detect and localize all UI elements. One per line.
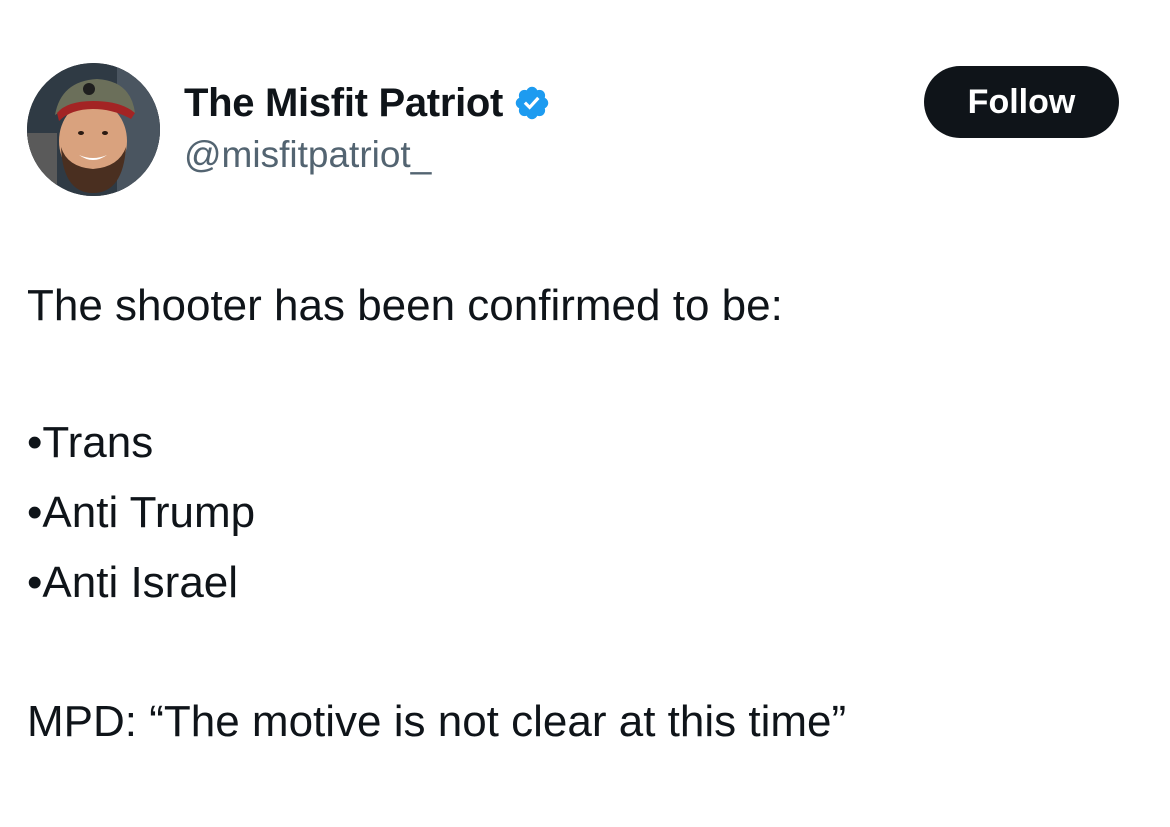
tweet-closing-line: MPD: “The motive is not clear at this ti… [27, 697, 847, 746]
tweet-bullet: •Anti Trump [27, 488, 256, 537]
tweet-intro-line: The shooter has been confirmed to be: [27, 281, 783, 330]
display-name[interactable]: The Misfit Patriot [184, 81, 503, 126]
profile-photo-icon [27, 63, 160, 196]
follow-button[interactable]: Follow [924, 66, 1119, 138]
tweet-bullet: •Trans [27, 418, 154, 467]
tweet-bullet: •Anti Israel [27, 558, 239, 607]
avatar[interactable] [27, 63, 160, 196]
tweet-card: The Misfit Patriot @misfitpatriot_ Follo… [0, 0, 1170, 827]
author-name-row[interactable]: The Misfit Patriot [184, 78, 551, 128]
author-handle[interactable]: @misfitpatriot_ [184, 134, 431, 176]
verified-badge-icon [513, 84, 551, 122]
